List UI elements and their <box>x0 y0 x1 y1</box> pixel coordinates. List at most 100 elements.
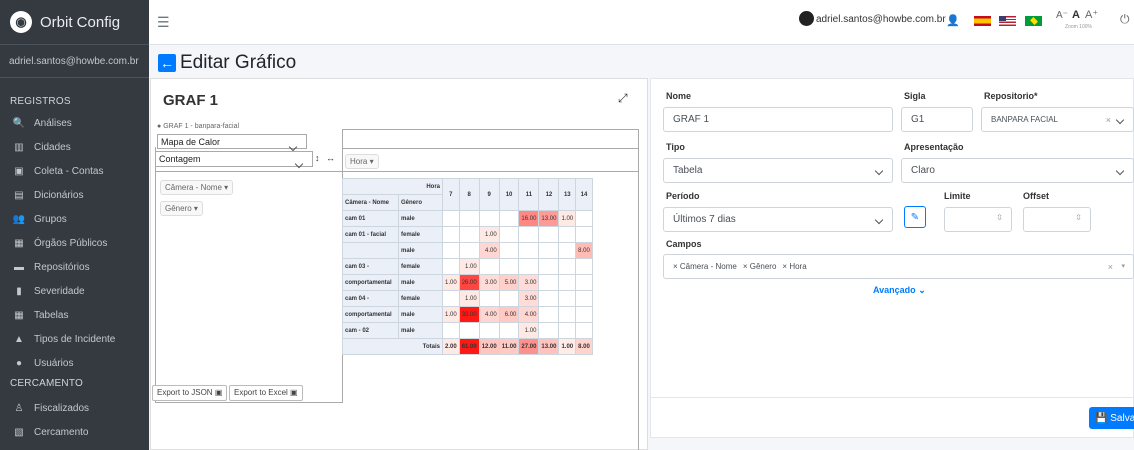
sort-rows-icon[interactable]: ↕ <box>315 153 320 163</box>
offset-spinner-icon[interactable]: ⇳ <box>1075 213 1082 222</box>
pivot-cell <box>538 306 560 323</box>
sidebar-item-search[interactable]: 🔍 Análises <box>0 112 149 134</box>
campos-select[interactable]: × Câmera - Nome × Gênero × Hora × ▾ <box>663 254 1134 279</box>
flag-es-icon[interactable] <box>974 16 991 26</box>
campo-chip[interactable]: × Hora <box>782 262 806 271</box>
tipo-select[interactable]: Tabela <box>663 158 893 183</box>
sidebar-item-folder[interactable]: ▬ Repositórios <box>0 256 149 278</box>
topbar-user-email[interactable]: adriel.santos@howbe.com.br <box>816 14 946 25</box>
pivot-col-header: 12 <box>538 178 560 211</box>
sidebar-item-bell[interactable]: ▲ Tipos de Incidente <box>0 328 149 350</box>
renderer-select[interactable]: Mapa de Calor <box>157 134 307 149</box>
pivot-cell <box>538 242 560 259</box>
pivot-frame-row2 <box>342 148 639 149</box>
clear-icon[interactable]: × <box>1106 115 1111 125</box>
font-normal-button[interactable]: A <box>1072 9 1080 21</box>
menu-toggle-icon[interactable]: ☰ <box>157 14 170 31</box>
pivot-frame-top <box>342 129 639 130</box>
sort-cols-icon[interactable]: ↔ <box>326 153 335 163</box>
campos-caret-icon[interactable]: ▾ <box>1121 262 1125 270</box>
sidebar-item-user[interactable]: ● Usuários <box>0 352 149 374</box>
font-decrease-button[interactable]: A⁻ <box>1056 10 1068 21</box>
sidebar-user[interactable]: adriel.santos@howbe.com.br <box>0 45 149 78</box>
sidebar-item-book[interactable]: ▤ Dicionários <box>0 184 149 206</box>
sidebar-item-users[interactable]: 👥 Grupos <box>0 208 149 230</box>
sidebar-item-building[interactable]: ▦ Órgãos Públicos <box>0 232 149 254</box>
pivot-cell <box>558 290 577 307</box>
save-button[interactable]: 💾 Salvar <box>1089 407 1134 429</box>
apresentacao-select[interactable]: Claro <box>901 158 1134 183</box>
pivot-cell <box>442 290 460 307</box>
col-field-chip[interactable]: Hora ▾ <box>345 154 379 169</box>
sidebar-item-person-walking[interactable]: ♙ Fiscalizados <box>0 397 149 419</box>
remove-chip-icon[interactable]: × <box>743 262 750 271</box>
pivot-row-label: male <box>398 242 443 259</box>
campos-clear-icon[interactable]: × <box>1108 262 1113 272</box>
expand-icon[interactable]: ⤢ <box>618 91 628 106</box>
pivot-cell <box>498 322 520 339</box>
sigla-input[interactable]: G1 <box>901 107 973 132</box>
pivot-cell <box>458 226 480 243</box>
users-icon: 👥 <box>12 213 26 225</box>
campo-chip-label: Gênero <box>749 262 777 271</box>
pivot-row-label <box>342 242 399 259</box>
file-icon: ▣ <box>214 388 223 397</box>
row-field-label: Gênero <box>165 204 192 213</box>
pivot-cell: 1.00 <box>458 258 480 275</box>
pivot-row-label: male <box>398 274 443 291</box>
pivot-cell <box>558 322 577 339</box>
campos-chips: × Câmera - Nome × Gênero × Hora <box>673 262 813 271</box>
brand[interactable]: ◉ Orbit Config <box>0 0 149 45</box>
sidebar-item-contacts[interactable]: ▣ Coleta - Contas <box>0 160 149 182</box>
campo-chip[interactable]: × Gênero <box>743 262 777 271</box>
aggregator-value: Contagem <box>159 154 201 164</box>
pivot-cell <box>558 306 577 323</box>
pivot-total-cell: 1.00 <box>558 338 577 355</box>
flag-br-icon[interactable] <box>1025 16 1042 26</box>
edit-periodo-button[interactable]: ✎ <box>904 206 926 228</box>
limite-input[interactable]: ⇳ <box>944 207 1012 232</box>
font-increase-button[interactable]: A⁺ <box>1085 8 1098 21</box>
sidebar-item-thermometer[interactable]: ▮ Severidade <box>0 280 149 302</box>
pivot-col-header: 14 <box>575 178 593 211</box>
user-avatar-icon[interactable] <box>799 11 814 26</box>
limite-spinner-icon[interactable]: ⇳ <box>996 213 1003 222</box>
periodo-select[interactable]: Últimos 7 dias <box>663 207 893 232</box>
pivot-cell: 4.00 <box>478 242 500 259</box>
power-icon[interactable]: ⏻ <box>1120 12 1130 27</box>
pivot-cell <box>538 290 560 307</box>
pivot-cell <box>442 210 460 227</box>
repositorio-select[interactable]: BANPARA FACIAL × <box>981 107 1134 132</box>
pivot-cell <box>538 274 560 291</box>
back-arrow-icon[interactable]: ← <box>158 54 176 72</box>
pivot-frame-right <box>638 129 639 450</box>
tipo-value: Tabela <box>673 165 703 176</box>
offset-input[interactable]: ⇳ <box>1023 207 1091 232</box>
export-json-button[interactable]: Export to JSON ▣ <box>152 385 228 401</box>
page-title: ← Editar Gráfico <box>158 52 296 74</box>
pivot-cell <box>558 274 577 291</box>
sidebar-item-city[interactable]: ▥ Cidades <box>0 136 149 158</box>
pivot-cell <box>498 242 520 259</box>
campo-chip[interactable]: × Câmera - Nome <box>673 262 737 271</box>
sidebar: ◉ Orbit Config adriel.santos@howbe.com.b… <box>0 0 149 450</box>
aggregator-select[interactable]: Contagem <box>155 151 313 167</box>
pivot-cell <box>498 210 520 227</box>
pivot-col-header: 10 <box>498 178 520 211</box>
advanced-toggle[interactable]: Avançado ⌄ <box>873 285 926 296</box>
nome-input[interactable]: GRAF 1 <box>663 107 893 132</box>
pivot-row-label: cam 01 <box>342 210 399 227</box>
pivot-cell <box>458 322 480 339</box>
sigla-label: Sigla <box>904 91 926 101</box>
orbit-logo-icon: ◉ <box>10 11 32 33</box>
pivot-cell: 33.00 <box>458 306 480 323</box>
export-excel-button[interactable]: Export to Excel ▣ <box>229 385 303 401</box>
row-field-chip[interactable]: Gênero ▾ <box>160 201 203 216</box>
user-switch-icon[interactable]: 👤 <box>946 14 960 27</box>
remove-chip-icon[interactable]: × <box>673 262 680 271</box>
limite-label: Limite <box>944 191 971 201</box>
sidebar-item-map[interactable]: ▧ Cercamento <box>0 421 149 443</box>
sidebar-item-table[interactable]: ▦ Tabelas <box>0 304 149 326</box>
row-field-chip[interactable]: Câmera - Nome ▾ <box>160 180 234 195</box>
pivot-cell: 3.00 <box>478 274 500 291</box>
